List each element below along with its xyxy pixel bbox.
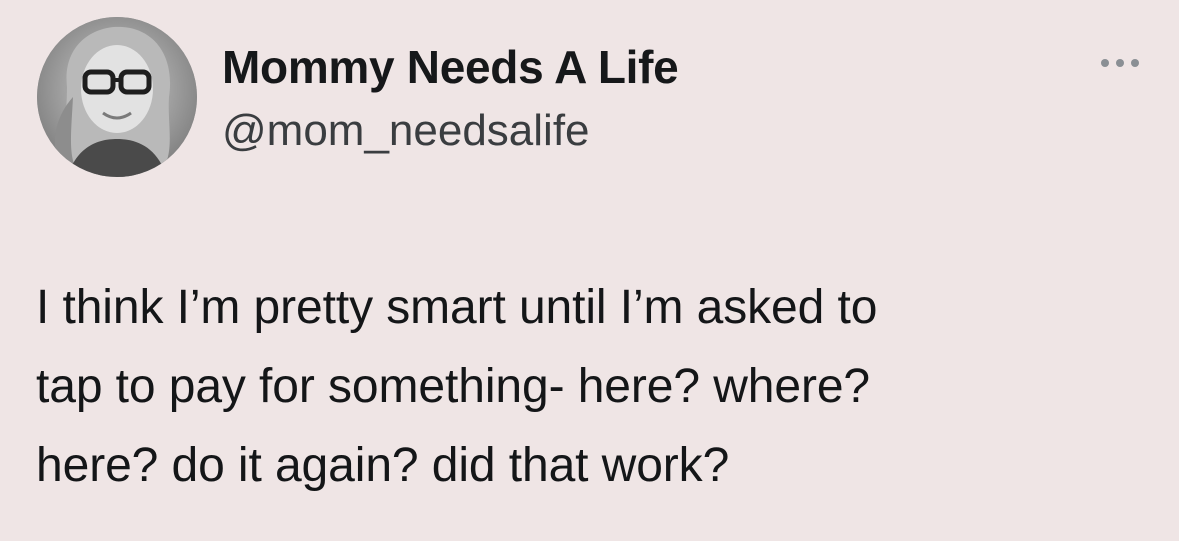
tweet-text: I think I’m pretty smart until I’m asked… — [36, 268, 1146, 505]
tweet-card: Mommy Needs A Life @mom_needsalife I thi… — [0, 0, 1179, 541]
more-options-button[interactable] — [1092, 48, 1148, 78]
user-handle[interactable]: @mom_needsalife — [222, 103, 590, 159]
tweet-text-line: here? do it again? did that work? — [36, 439, 730, 492]
more-horizontal-icon — [1101, 59, 1139, 67]
profile-photo-icon — [37, 17, 197, 177]
display-name[interactable]: Mommy Needs A Life — [222, 38, 679, 96]
tweet-text-line: I think I’m pretty smart until I’m asked… — [36, 281, 878, 334]
avatar[interactable] — [37, 17, 197, 177]
tweet-text-line: tap to pay for something- here? where? — [36, 360, 871, 413]
